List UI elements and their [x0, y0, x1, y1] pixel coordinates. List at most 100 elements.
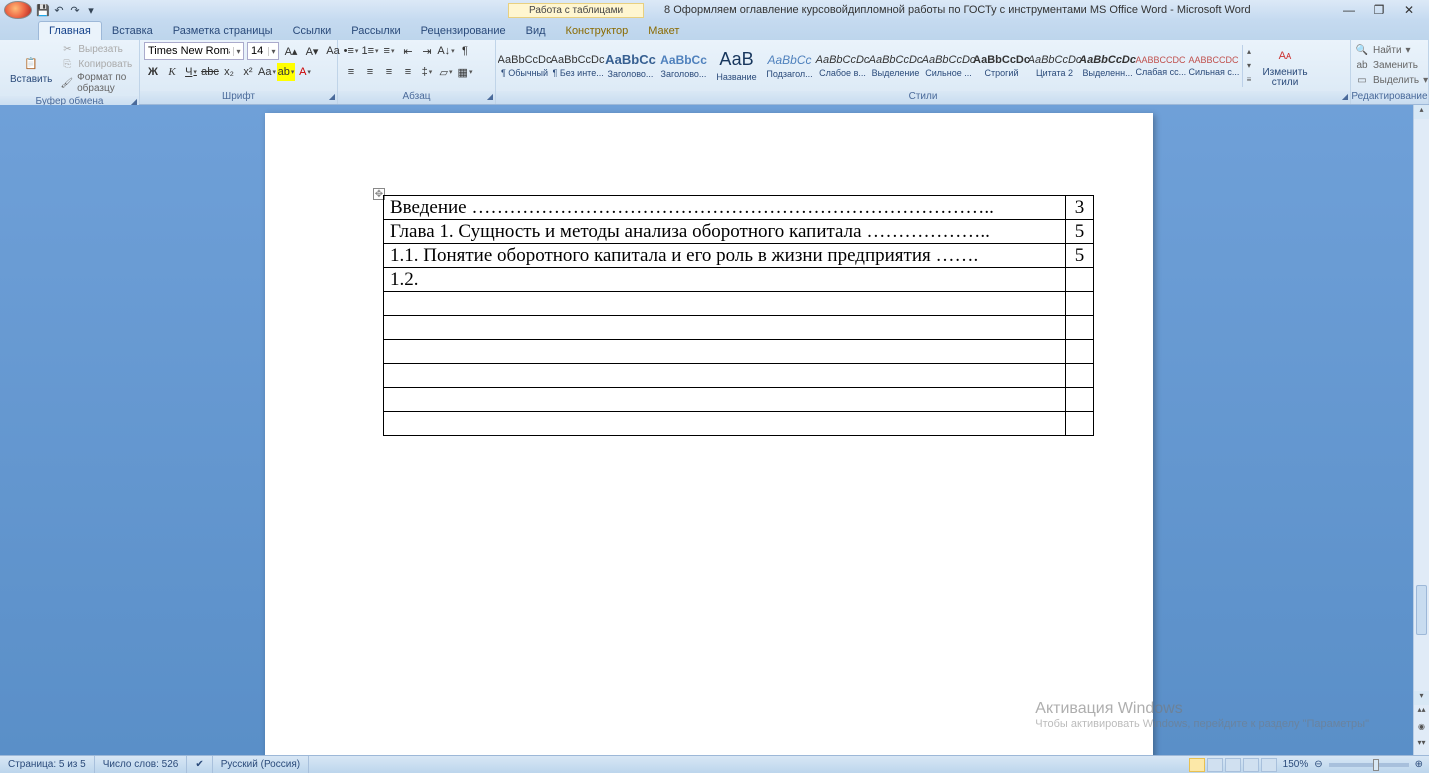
- grow-font-button[interactable]: A▴: [282, 42, 300, 60]
- format-painter-button[interactable]: 🖌Формат по образцу: [60, 72, 135, 94]
- qat-customize[interactable]: ▾: [84, 3, 98, 17]
- paste-button[interactable]: 📋 Вставить: [4, 49, 58, 87]
- dec-indent-button[interactable]: ⇤: [399, 42, 417, 60]
- style-9[interactable]: АаBbCcDcСтрогий: [975, 42, 1028, 90]
- inc-indent-button[interactable]: ⇥: [418, 42, 436, 60]
- document-page[interactable]: ✥ Введение ………………………………………………………………………..…: [265, 113, 1153, 755]
- bold-button[interactable]: Ж: [144, 63, 162, 81]
- qat-save[interactable]: 💾: [36, 3, 50, 17]
- font-size-combo[interactable]: ▾: [247, 42, 279, 60]
- toc-table[interactable]: Введение ………………………………………………………………………..3Г…: [383, 195, 1094, 436]
- tab-references[interactable]: Ссылки: [283, 22, 342, 40]
- line-spacing-button[interactable]: ‡: [418, 63, 436, 81]
- multilevel-button[interactable]: ≡: [380, 42, 398, 60]
- scroll-thumb[interactable]: [1416, 585, 1427, 635]
- view-web[interactable]: [1225, 758, 1241, 772]
- style-3[interactable]: АаBbCcЗаголово...: [657, 42, 710, 90]
- styles-expand[interactable]: ≡: [1243, 73, 1255, 87]
- style-2[interactable]: АаBbCcЗаголово...: [604, 42, 657, 90]
- qat-redo[interactable]: ↷: [68, 3, 82, 17]
- table-row[interactable]: Введение ………………………………………………………………………..3: [384, 196, 1094, 220]
- table-row[interactable]: [384, 412, 1094, 436]
- sort-button[interactable]: A↓: [437, 42, 455, 60]
- scroll-up[interactable]: ▴: [1414, 105, 1429, 119]
- table-row[interactable]: 1.2.: [384, 268, 1094, 292]
- style-5[interactable]: АаBbCcПодзагол...: [763, 42, 816, 90]
- style-6[interactable]: АаBbCcDcСлабое в...: [816, 42, 869, 90]
- bullets-button[interactable]: •≡: [342, 42, 360, 60]
- cut-button[interactable]: ✂Вырезать: [60, 42, 135, 56]
- table-row[interactable]: [384, 388, 1094, 412]
- view-full-reading[interactable]: [1207, 758, 1223, 772]
- zoom-in[interactable]: ⊕: [1415, 759, 1423, 770]
- subscript-button[interactable]: x₂: [220, 63, 238, 81]
- style-10[interactable]: АаBbCcDcЦитата 2: [1028, 42, 1081, 90]
- shrink-font-button[interactable]: A▾: [303, 42, 321, 60]
- view-outline[interactable]: [1243, 758, 1259, 772]
- style-0[interactable]: АаBbCcDc¶ Обычный: [498, 42, 551, 90]
- change-case-button[interactable]: Aa: [258, 63, 276, 81]
- table-row[interactable]: [384, 292, 1094, 316]
- view-print-layout[interactable]: [1189, 758, 1205, 772]
- font-color-button[interactable]: A: [296, 63, 314, 81]
- style-8[interactable]: АаBbCcDcСильное ...: [922, 42, 975, 90]
- styles-scroll-down[interactable]: ▾: [1243, 59, 1255, 73]
- tab-design[interactable]: Конструктор: [556, 22, 639, 40]
- status-page[interactable]: Страница: 5 из 5: [0, 756, 95, 773]
- tab-review[interactable]: Рецензирование: [411, 22, 516, 40]
- style-1[interactable]: АаBbCcDc¶ Без инте...: [551, 42, 604, 90]
- style-13[interactable]: ААBBCCDCСильная с...: [1187, 42, 1240, 90]
- tab-home[interactable]: Главная: [38, 21, 102, 40]
- tab-layout[interactable]: Макет: [638, 22, 689, 40]
- style-7[interactable]: АаBbCcDcВыделение: [869, 42, 922, 90]
- status-words[interactable]: Число слов: 526: [95, 756, 188, 773]
- shading-button[interactable]: ▱: [437, 63, 455, 81]
- table-row[interactable]: Глава 1. Сущность и методы анализа оборо…: [384, 220, 1094, 244]
- strike-button[interactable]: abc: [201, 63, 219, 81]
- office-button[interactable]: [4, 1, 32, 19]
- highlight-button[interactable]: ab: [277, 63, 295, 81]
- maximize-button[interactable]: ❐: [1371, 3, 1387, 17]
- align-left-button[interactable]: ≡: [342, 63, 360, 81]
- italic-button[interactable]: К: [163, 63, 181, 81]
- superscript-button[interactable]: x²: [239, 63, 257, 81]
- underline-button[interactable]: Ч: [182, 63, 200, 81]
- font-name-combo[interactable]: ▾: [144, 42, 244, 60]
- justify-button[interactable]: ≡: [399, 63, 417, 81]
- style-12[interactable]: ААBBCCDCСлабая сс...: [1134, 42, 1187, 90]
- numbering-button[interactable]: 1≡: [361, 42, 379, 60]
- find-button[interactable]: 🔍Найти ▾: [1355, 44, 1428, 58]
- browse-object[interactable]: ◉: [1414, 722, 1429, 739]
- copy-button[interactable]: ⎘Копировать: [60, 57, 135, 71]
- scroll-down[interactable]: ▾: [1414, 691, 1429, 705]
- zoom-slider[interactable]: [1329, 763, 1409, 767]
- zoom-out[interactable]: ⊖: [1314, 759, 1322, 770]
- table-row[interactable]: 1.1. Понятие оборотного капитала и его р…: [384, 244, 1094, 268]
- table-row[interactable]: [384, 340, 1094, 364]
- table-row[interactable]: [384, 316, 1094, 340]
- tab-page-layout[interactable]: Разметка страницы: [163, 22, 283, 40]
- minimize-button[interactable]: —: [1341, 3, 1357, 17]
- tab-mailings[interactable]: Рассылки: [341, 22, 410, 40]
- para-launcher[interactable]: ◢: [487, 92, 493, 101]
- close-button[interactable]: ✕: [1401, 3, 1417, 17]
- tab-insert[interactable]: Вставка: [102, 22, 163, 40]
- qat-undo[interactable]: ↶: [52, 3, 66, 17]
- change-styles-button[interactable]: Aᴀ Изменить стили: [1257, 42, 1313, 90]
- status-proofing[interactable]: ✔: [187, 756, 212, 773]
- styles-scroll-up[interactable]: ▴: [1243, 45, 1255, 59]
- replace-button[interactable]: abЗаменить: [1355, 59, 1428, 73]
- styles-launcher[interactable]: ◢: [1342, 92, 1348, 101]
- status-language[interactable]: Русский (Россия): [213, 756, 309, 773]
- vertical-scrollbar[interactable]: ▴ ▾ ▴▴ ◉ ▾▾: [1413, 105, 1429, 755]
- align-center-button[interactable]: ≡: [361, 63, 379, 81]
- style-11[interactable]: АаBbCcDcВыделенн...: [1081, 42, 1134, 90]
- align-right-button[interactable]: ≡: [380, 63, 398, 81]
- table-row[interactable]: [384, 364, 1094, 388]
- borders-button[interactable]: ▦: [456, 63, 474, 81]
- tab-view[interactable]: Вид: [516, 22, 556, 40]
- show-marks-button[interactable]: ¶: [456, 42, 474, 60]
- view-draft[interactable]: [1261, 758, 1277, 772]
- zoom-level[interactable]: 150%: [1283, 759, 1309, 770]
- style-4[interactable]: АаВНазвание: [710, 42, 763, 90]
